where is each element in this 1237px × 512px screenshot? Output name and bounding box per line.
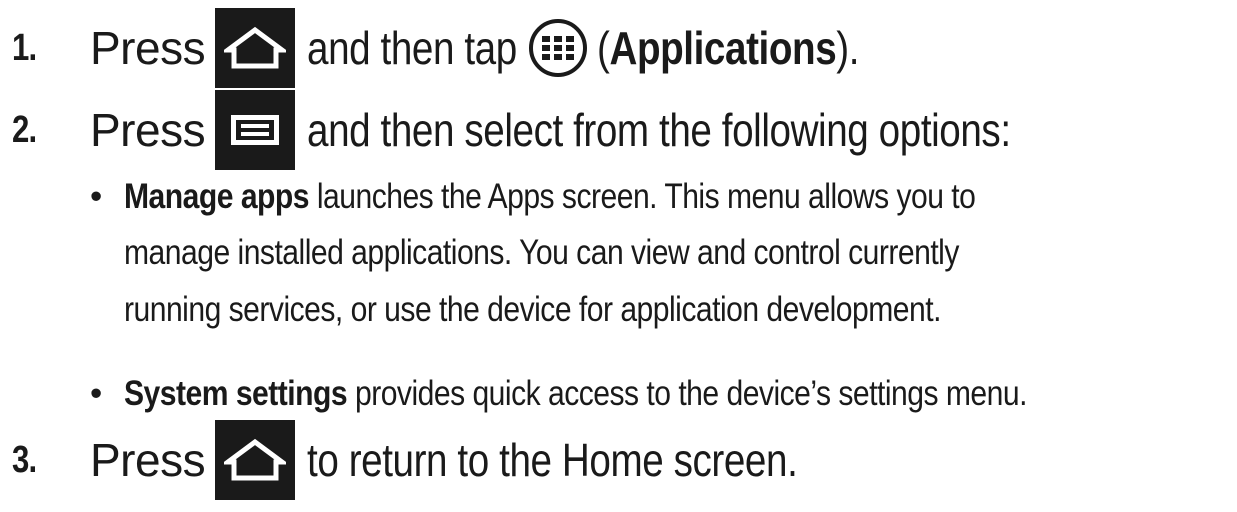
step-text-then: to return to the Home screen. <box>307 434 798 486</box>
option-description-line-2: manage installed applications. You can v… <box>124 233 1095 273</box>
option-name: Manage apps <box>124 177 310 216</box>
step-text-press: Press <box>90 104 206 156</box>
option-name: System settings <box>124 374 348 413</box>
applications-label-group: (Applications). <box>597 21 859 75</box>
paren-open: ( <box>596 22 610 74</box>
option-text-group: Manage apps launches the Apps screen. Th… <box>124 177 976 217</box>
step-1-body: Press and then tap (Applications). <box>90 8 909 88</box>
paren-close: ). <box>836 22 859 74</box>
option-description: provides quick access to the device’s se… <box>354 374 1027 413</box>
instructions-page: 1. Press and then tap (Applications). 2.… <box>0 0 1237 512</box>
option-text-group: System settings provides quick access to… <box>124 374 1027 414</box>
applications-key <box>528 19 587 77</box>
step-2-body: Press and then select from the following… <box>90 90 1145 170</box>
list-item-manage-apps: • Manage apps launches the Apps screen. T… <box>90 177 1114 217</box>
step-3-body: Press to return to the Home screen. <box>90 420 891 500</box>
bullet: • <box>90 374 102 413</box>
menu-key <box>215 90 296 170</box>
option-description: launches the Apps screen. This menu allo… <box>316 177 976 216</box>
option-description: manage installed applications. You can v… <box>124 233 959 272</box>
step-text-then: and then tap <box>307 22 517 74</box>
step-text-then: and then select from the following optio… <box>307 104 1011 156</box>
home-icon <box>224 26 287 69</box>
step-number: 2. <box>12 108 37 151</box>
home-key <box>215 8 296 88</box>
step-text-press: Press <box>90 434 206 486</box>
option-description: running services, or use the device for … <box>124 290 941 329</box>
step-number: 3. <box>12 438 37 481</box>
step-text-press: Press <box>90 22 206 74</box>
apps-grid-icon <box>541 36 574 60</box>
list-item-system-settings: • System settings provides quick access t… <box>90 374 1174 414</box>
applications-label: Applications <box>609 22 837 74</box>
home-key <box>215 420 296 500</box>
bullet: • <box>90 177 102 216</box>
menu-icon <box>231 115 280 145</box>
home-icon <box>224 438 287 481</box>
option-description-line-3: running services, or use the device for … <box>124 290 1074 330</box>
step-number: 1. <box>12 26 37 69</box>
